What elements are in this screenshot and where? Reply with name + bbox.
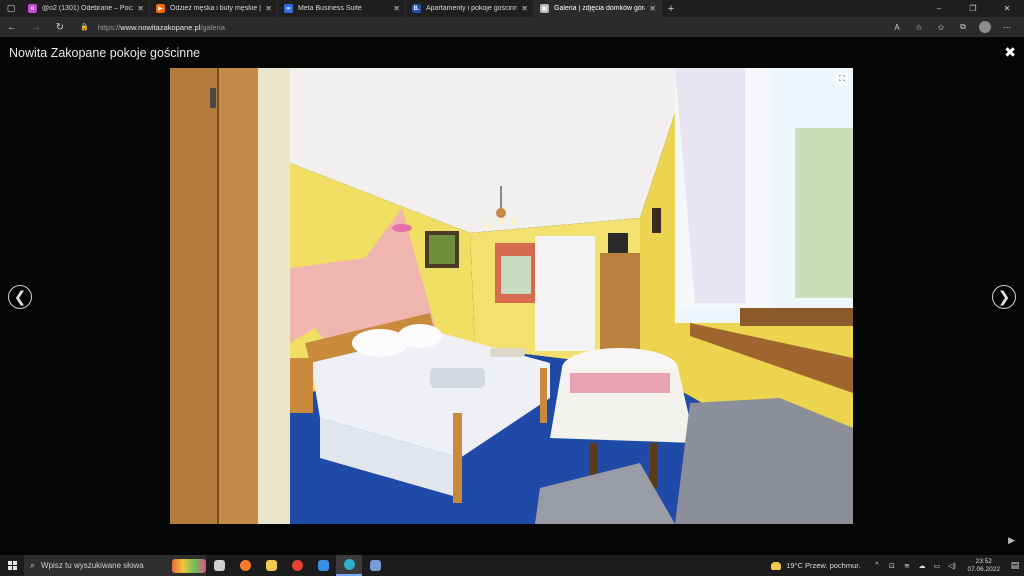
windows-logo-icon	[7, 561, 17, 570]
browser-tools: A ☆ ✩ ⧉ ⋯	[886, 21, 1024, 33]
read-aloud-icon[interactable]: A	[886, 23, 908, 32]
tab-close-icon[interactable]: ✕	[649, 4, 656, 13]
url-path: /galeria	[200, 22, 225, 32]
tab-close-icon[interactable]: ✕	[265, 4, 272, 13]
tab-title: Galeria | zdjęcia domków góralskich	[554, 5, 645, 12]
tab-list: o @o2 (1301) Odebrane – Poczta o2 ✕ ▶ Odzież…	[22, 0, 662, 17]
edge-icon	[343, 559, 355, 570]
search-icon: ⌕	[30, 560, 36, 570]
task-view-icon	[213, 560, 225, 571]
firefox-icon	[239, 560, 251, 571]
tab-close-icon[interactable]: ✕	[393, 4, 400, 13]
more-menu-icon[interactable]: ⋯	[996, 23, 1018, 32]
chrome-icon	[291, 560, 303, 571]
clock[interactable]: 23:52 07.06.2022	[967, 558, 1000, 574]
taskbar-app-chrome[interactable]	[284, 555, 310, 576]
close-icon[interactable]: ✖	[1004, 44, 1016, 61]
url-bar[interactable]: 🔒 https:// www.nowitazakopane.pl /galeri…	[80, 20, 870, 34]
windows-taskbar: ⌕ Wpisz tu wyszukiwane słowa 19°C Przew.…	[0, 555, 1024, 576]
tab-title: Apartamenty i pokoje gościnne Nowita	[426, 5, 517, 12]
room-photo-illustration	[170, 68, 853, 524]
search-placeholder: Wpisz tu wyszukiwane słowa	[41, 561, 144, 570]
system-tray: 19°C Przew. pochmur. ^ ⊡ ≋ ☁ ▭ ◁) 23:52 …	[771, 555, 1024, 576]
start-button[interactable]	[0, 561, 24, 570]
tab-actions-icon[interactable]: ▢	[0, 0, 22, 17]
previous-image-button[interactable]: ❮	[8, 285, 32, 309]
browser-tab[interactable]: o @o2 (1301) Odebrane – Poczta o2 ✕	[22, 0, 150, 17]
network-icon[interactable]: ⊡	[884, 562, 899, 570]
tray-chevron-icon[interactable]: ^	[869, 562, 884, 569]
window-controls: – ❐ ✕	[922, 0, 1024, 17]
url-scheme: https://	[97, 22, 121, 32]
taskbar-app-paint[interactable]	[362, 555, 388, 576]
taskbar-app-file-explorer[interactable]	[258, 555, 284, 576]
tab-close-icon[interactable]: ✕	[137, 4, 144, 13]
new-tab-button[interactable]: +	[662, 0, 680, 17]
next-image-button[interactable]: ❯	[992, 285, 1016, 309]
refresh-button[interactable]: ↻	[48, 22, 72, 33]
back-button[interactable]: ←	[0, 22, 24, 33]
mail-icon	[317, 560, 329, 571]
lightbox-title: Nowita Zakopane pokoje gościnne	[9, 46, 201, 60]
url-host: www.nowitazakopane.pl	[120, 22, 201, 32]
tab-favicon-icon: ▣	[540, 4, 549, 13]
taskbar-app-task-view[interactable]	[206, 555, 232, 576]
restore-button[interactable]: ❐	[956, 0, 990, 17]
minimize-button[interactable]: –	[922, 0, 956, 17]
expand-icon[interactable]: ⛶	[835, 72, 849, 86]
forward-button[interactable]: →	[24, 22, 48, 33]
browser-tab[interactable]: ▶ Odzież męska i buty męskie | Zalando ✕	[150, 0, 278, 17]
gallery-lightbox: Nowita Zakopane pokoje gościnne ✖ ❮ ❯ ▶	[0, 37, 1024, 555]
browser-tab[interactable]: ▣ Galeria | zdjęcia domków góralskich ✕	[534, 0, 662, 17]
tab-favicon-icon: ∞	[284, 4, 293, 13]
slideshow-play-icon[interactable]: ▶	[1008, 535, 1015, 546]
taskbar-app-mail[interactable]	[310, 555, 336, 576]
close-window-button[interactable]: ✕	[990, 0, 1024, 17]
taskbar-app-edge[interactable]	[336, 555, 362, 576]
weather-icon	[771, 561, 782, 570]
taskbar-search[interactable]: ⌕ Wpisz tu wyszukiwane słowa	[24, 555, 206, 576]
browser-tab[interactable]: ∞ Meta Business Suite ✕	[278, 0, 406, 17]
search-highlight-icon	[172, 558, 206, 573]
pinned-apps	[206, 555, 388, 576]
tab-favicon-icon: ▶	[156, 4, 165, 13]
volume-icon[interactable]: ◁)	[944, 562, 959, 570]
lock-icon: 🔒	[80, 24, 89, 31]
collections-icon[interactable]: ⧉	[952, 22, 974, 32]
clock-time: 23:52	[975, 557, 992, 565]
tab-title: @o2 (1301) Odebrane – Poczta o2	[42, 5, 133, 12]
browser-tab[interactable]: B. Apartamenty i pokoje gościnne Nowita ✕	[406, 0, 534, 17]
weather-text[interactable]: 19°C Przew. pochmur.	[786, 561, 860, 570]
file-explorer-icon	[265, 560, 277, 571]
address-toolbar: ← → ↻ 🔒 https:// www.nowitazakopane.pl /…	[0, 17, 1024, 37]
tab-close-icon[interactable]: ✕	[521, 4, 528, 13]
taskbar-app-firefox[interactable]	[232, 555, 258, 576]
battery-icon[interactable]: ▭	[929, 562, 944, 570]
tab-title: Meta Business Suite	[298, 5, 362, 12]
notification-icon[interactable]: ▤	[1006, 560, 1024, 571]
favorites-add-icon[interactable]: ☆	[908, 23, 930, 32]
browser-tab-bar: ▢ o @o2 (1301) Odebrane – Poczta o2 ✕ ▶ Odzi…	[0, 0, 1024, 17]
clock-date: 07.06.2022	[967, 565, 1000, 573]
wifi-icon[interactable]: ≋	[899, 562, 914, 570]
paint-icon	[369, 560, 381, 571]
favorites-icon[interactable]: ✩	[930, 23, 952, 32]
onedrive-icon[interactable]: ☁	[914, 562, 929, 570]
tab-title: Odzież męska i buty męskie | Zalando	[170, 5, 261, 12]
profile-avatar[interactable]	[979, 21, 991, 33]
gallery-photo: ⛶	[170, 68, 853, 524]
tab-favicon-icon: B.	[412, 4, 421, 13]
tab-favicon-icon: o	[28, 4, 37, 13]
